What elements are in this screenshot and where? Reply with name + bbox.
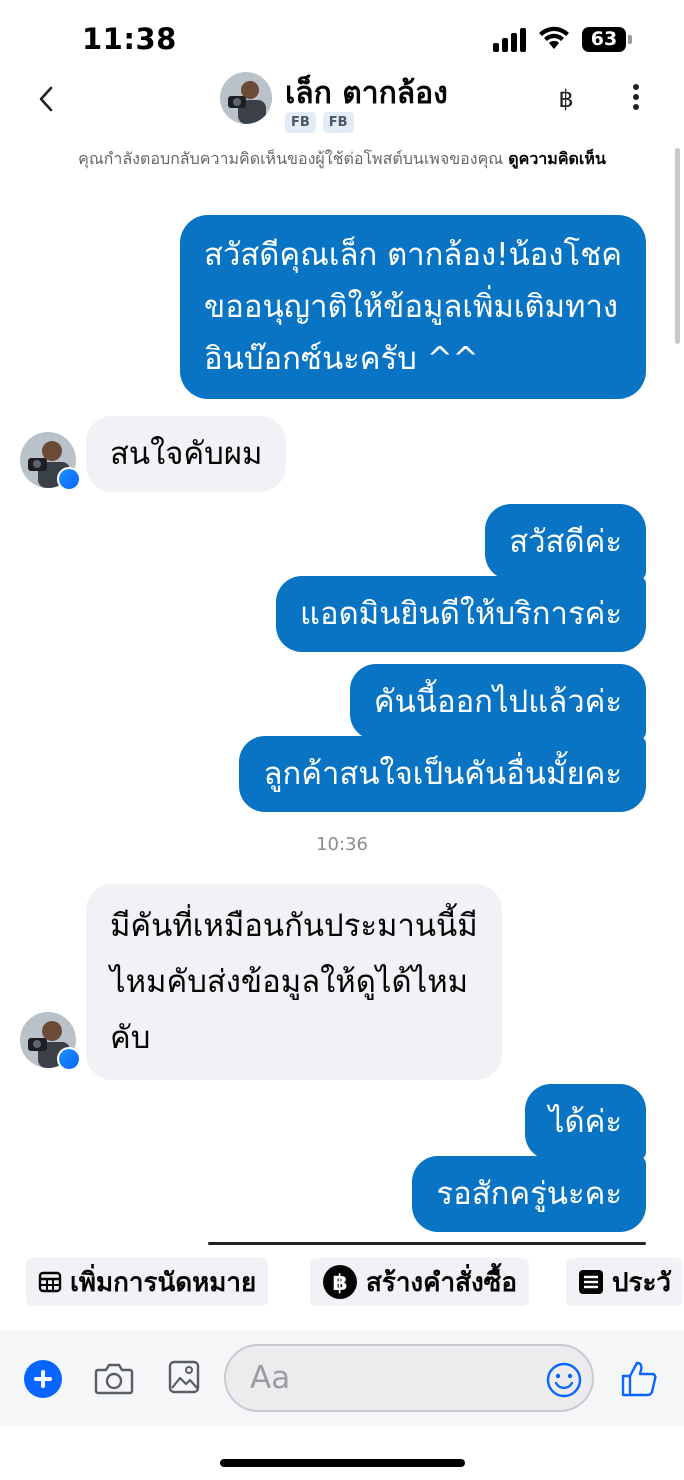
fb-badge: FB <box>285 112 316 133</box>
contact-avatar[interactable] <box>220 72 272 124</box>
outgoing-message[interactable]: แอดมินยินดีให้บริการค่ะ <box>276 576 646 652</box>
timestamp-separator: 10:36 <box>316 834 368 855</box>
message-line: สวัสดีคุณเล็ก ตากล้อง!น้องโชค <box>204 237 622 273</box>
messenger-icon <box>57 467 81 491</box>
outgoing-message[interactable]: ลูกค้าสนใจเป็นคันอื่นมั้ยคะ <box>239 736 646 812</box>
gallery-icon[interactable] <box>168 1360 200 1394</box>
outgoing-message[interactable]: ได้ค่ะ <box>524 1084 646 1160</box>
battery-icon: 63 <box>582 27 632 52</box>
message-line: อินบ๊อกซ์นะครับ ^^ <box>204 341 479 377</box>
back-button[interactable] <box>30 82 64 116</box>
home-indicator[interactable] <box>220 1459 465 1467</box>
chip-label: เพิ่มการนัดหมาย <box>70 1267 257 1298</box>
incoming-message[interactable]: สนใจคับผม <box>86 416 287 492</box>
thumbs-up-icon[interactable] <box>620 1360 658 1398</box>
baht-payment-button[interactable]: ฿ <box>553 84 579 114</box>
outgoing-message[interactable]: สวัสดีค่ะ <box>485 504 646 580</box>
contact-name[interactable]: เล็ก ตากล้อง <box>285 70 448 117</box>
quick-actions-bar: เพิ่มการนัดหมาย ฿ สร้างคำสั่งซื้อ ประวั <box>0 1242 684 1322</box>
emoji-icon[interactable] <box>546 1362 582 1398</box>
plus-icon[interactable] <box>24 1360 62 1398</box>
status-bar: 11:38 63 <box>0 0 684 70</box>
camera-icon[interactable] <box>94 1360 134 1396</box>
message-composer: Aa <box>0 1330 684 1426</box>
more-options-button[interactable] <box>624 84 648 116</box>
divider <box>208 1242 646 1245</box>
input-placeholder: Aa <box>250 1360 291 1396</box>
source-badges: FB FB <box>285 112 354 133</box>
outgoing-message[interactable]: คันนี้ออกไปแล้วค่ะ <box>349 664 646 740</box>
status-time: 11:38 <box>82 22 177 56</box>
chat-header: เล็ก ตากล้อง FB FB ฿ <box>0 68 684 148</box>
message-line: คับ <box>110 1020 151 1056</box>
calendar-icon <box>38 1270 62 1294</box>
view-comment-link[interactable]: ดูความคิดเห็น <box>508 149 606 168</box>
list-icon <box>578 1269 604 1295</box>
create-order-button[interactable]: ฿ สร้างคำสั่งซื้อ <box>310 1258 529 1306</box>
scrollbar[interactable] <box>675 148 680 344</box>
notice-text: คุณกำลังตอบกลับความคิดเห็นของผู้ใช้ต่อโพ… <box>78 149 504 168</box>
sender-avatar[interactable] <box>20 432 81 491</box>
outgoing-message[interactable]: รอสักครู่นะคะ <box>412 1156 646 1232</box>
message-line: ไหมคับส่งข้อมูลให้ดูได้ไหม <box>110 964 469 1000</box>
battery-level: 63 <box>582 27 626 52</box>
message-line: ขออนุญาติให้ข้อมูลเพิ่มเติมทาง <box>204 289 619 325</box>
message-input[interactable]: Aa <box>224 1344 594 1412</box>
add-appointment-button[interactable]: เพิ่มการนัดหมาย <box>26 1258 269 1306</box>
chip-label: สร้างคำสั่งซื้อ <box>366 1267 517 1298</box>
cellular-signal-icon <box>493 28 529 52</box>
message-line: มีคันที่เหมือนกันประมานนี้มี <box>110 908 478 944</box>
chip-label: ประวั <box>612 1267 672 1298</box>
fb-badge: FB <box>322 112 354 133</box>
outgoing-message[interactable]: สวัสดีคุณเล็ก ตากล้อง!น้องโชค ขออนุญาติใ… <box>180 215 646 399</box>
history-button[interactable]: ประวั <box>566 1258 684 1306</box>
messenger-icon <box>57 1047 81 1071</box>
incoming-message[interactable]: มีคันที่เหมือนกันประมานนี้มี ไหมคับส่งข้… <box>86 884 502 1080</box>
svg-text:฿: ฿ <box>332 1271 347 1296</box>
baht-icon: ฿ <box>322 1264 358 1300</box>
wifi-icon <box>539 26 569 49</box>
sender-avatar[interactable] <box>20 1012 81 1071</box>
reply-context-notice: คุณกำลังตอบกลับความคิดเห็นของผู้ใช้ต่อโพ… <box>20 147 664 171</box>
